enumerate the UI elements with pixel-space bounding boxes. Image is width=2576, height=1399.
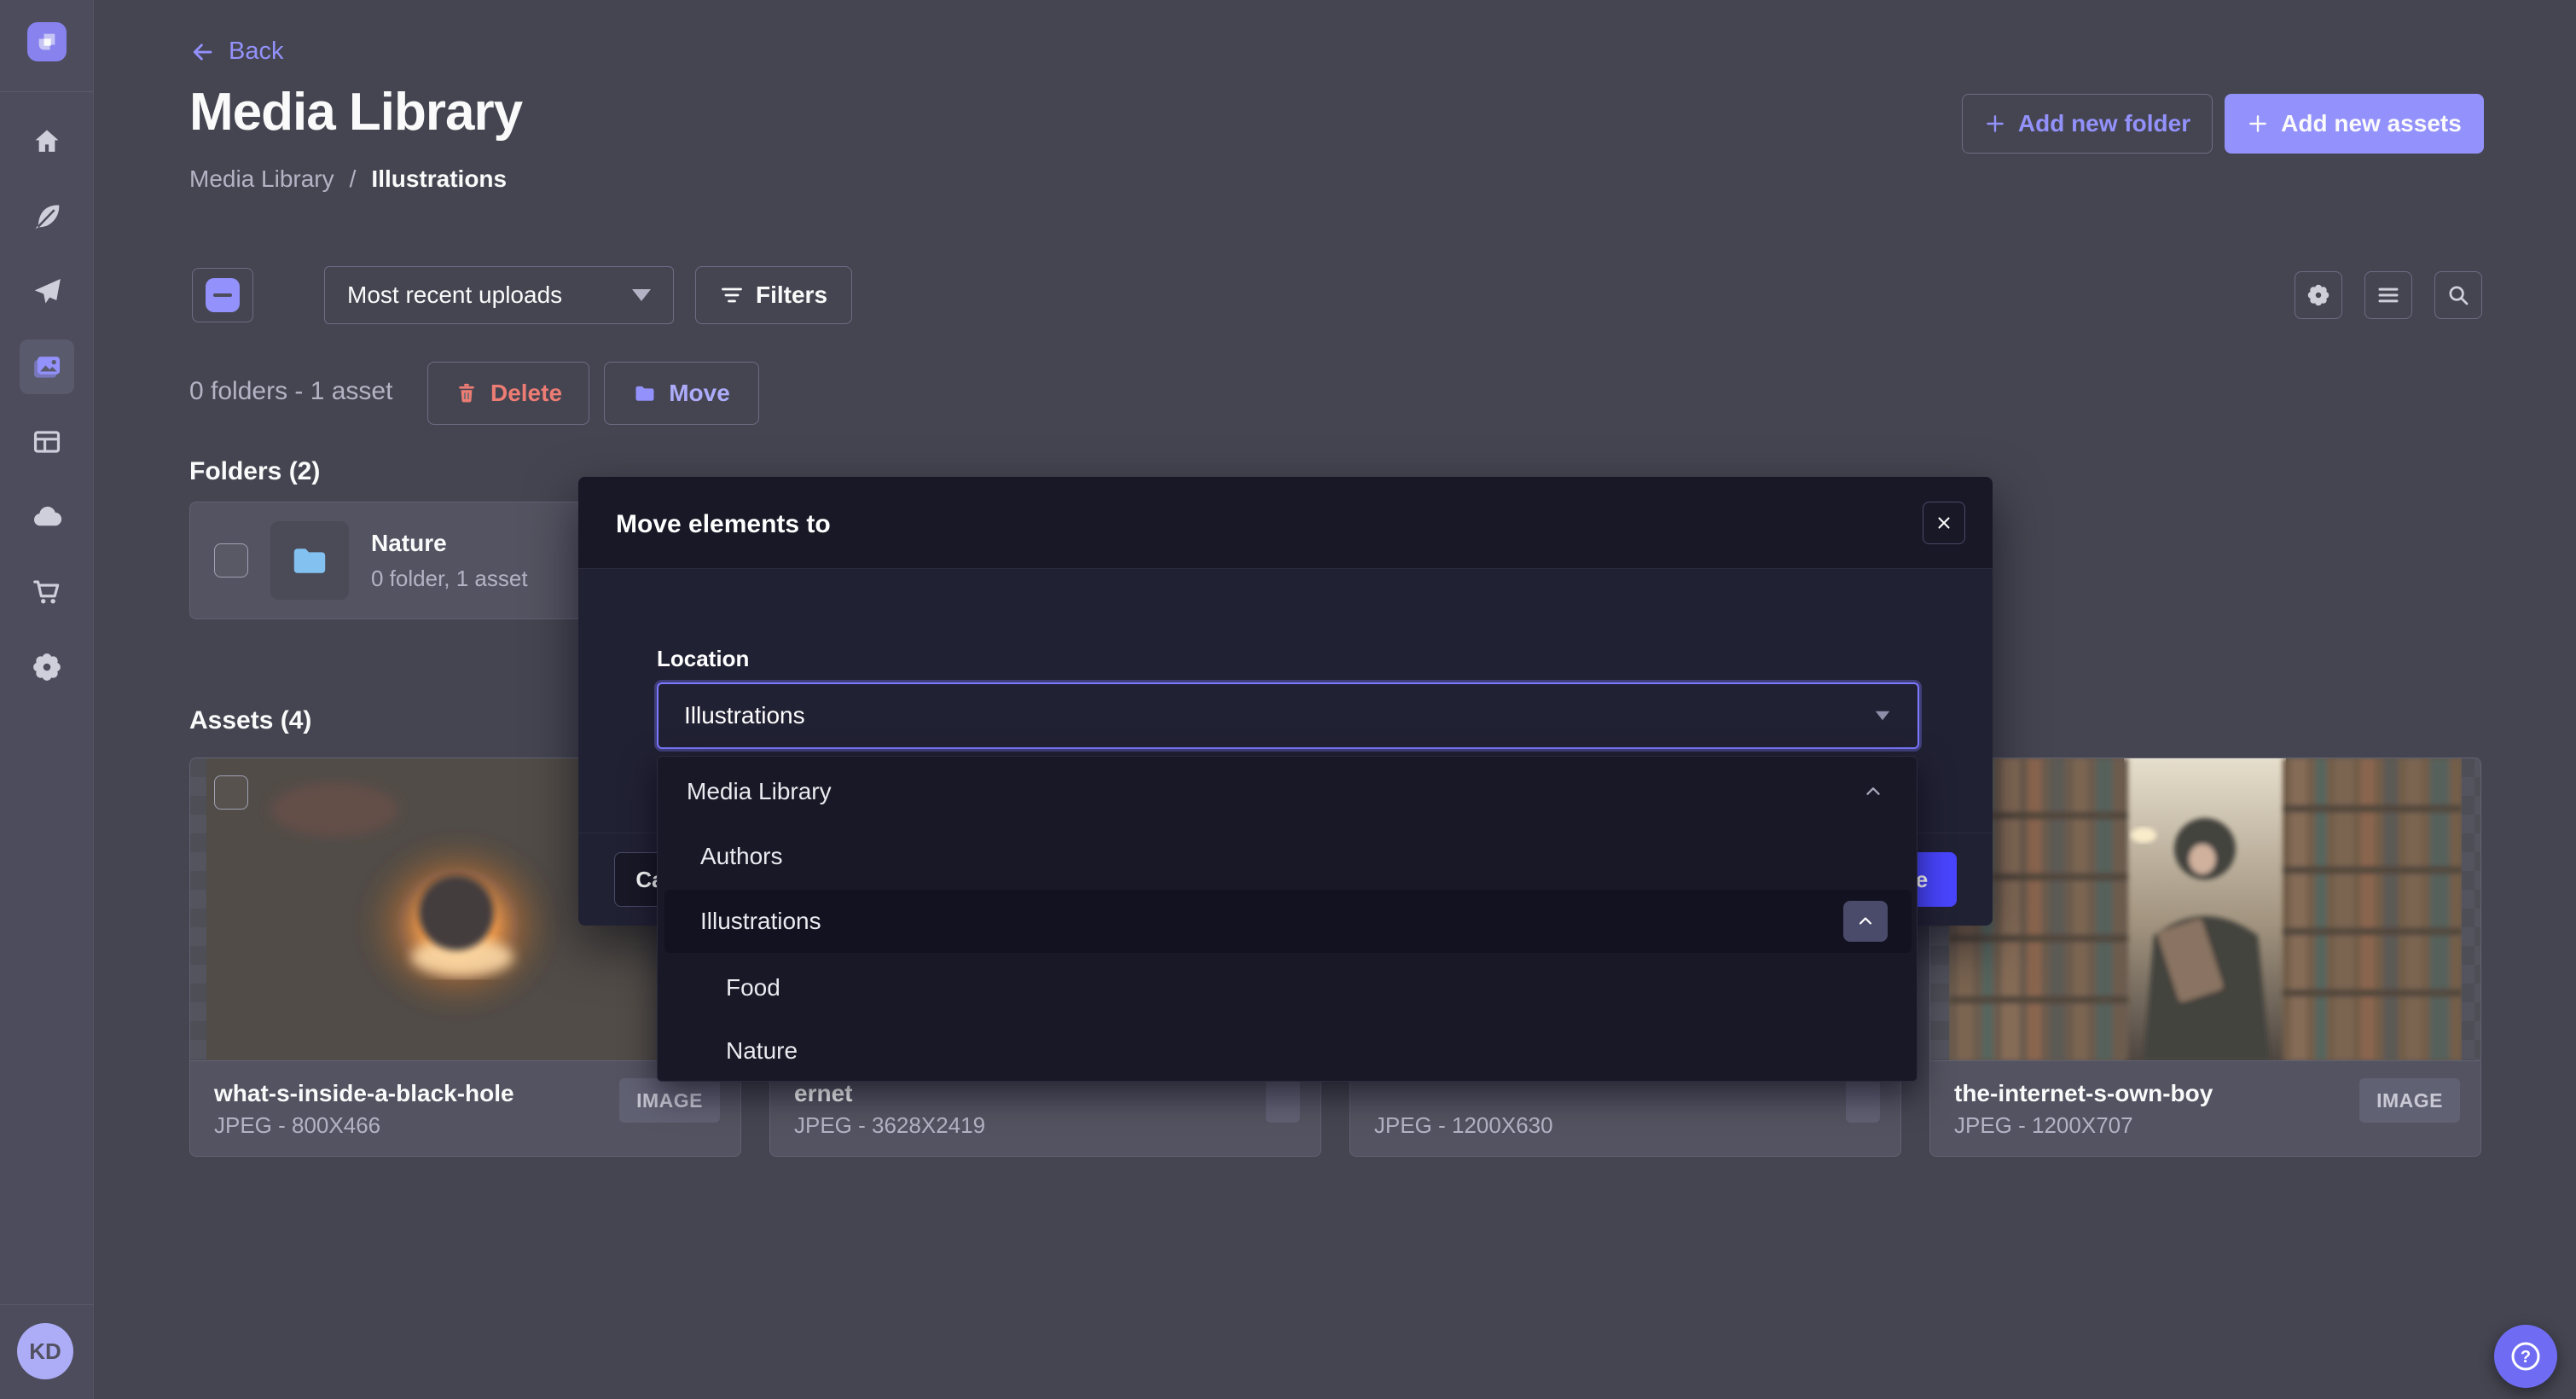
tree-item-authors[interactable]: Authors <box>658 825 1918 888</box>
svg-text:?: ? <box>2521 1348 2531 1367</box>
tree-item-label: Illustrations <box>700 908 821 935</box>
tree-item-food[interactable]: Food <box>658 956 1918 1019</box>
chevron-up-icon[interactable] <box>1862 781 1884 803</box>
tree-item-media-library[interactable]: Media Library <box>658 760 1918 823</box>
location-tree-dropdown: Media Library Authors Illustrations Food… <box>657 756 1917 1082</box>
tree-item-label: Food <box>726 974 780 1001</box>
tree-item-nature[interactable]: Nature <box>658 1019 1918 1083</box>
collapse-button[interactable] <box>1843 901 1888 942</box>
tree-item-illustrations[interactable]: Illustrations <box>664 890 1912 953</box>
chevron-down-icon <box>1876 711 1890 721</box>
tree-item-label: Media Library <box>687 778 832 805</box>
help-button[interactable]: ? <box>2494 1325 2557 1388</box>
location-combobox[interactable]: Illustrations <box>657 682 1919 749</box>
dialog-title: Move elements to <box>616 510 831 539</box>
chevron-up-icon <box>1855 911 1876 932</box>
tree-item-label: Authors <box>700 843 783 870</box>
tree-item-label: Nature <box>726 1037 798 1065</box>
dialog-header: Move elements to <box>578 477 1993 569</box>
close-icon <box>1935 514 1953 532</box>
location-label: Location <box>657 646 749 672</box>
location-value: Illustrations <box>684 702 805 729</box>
close-button[interactable] <box>1923 502 1965 544</box>
question-icon: ? <box>2507 1338 2544 1375</box>
